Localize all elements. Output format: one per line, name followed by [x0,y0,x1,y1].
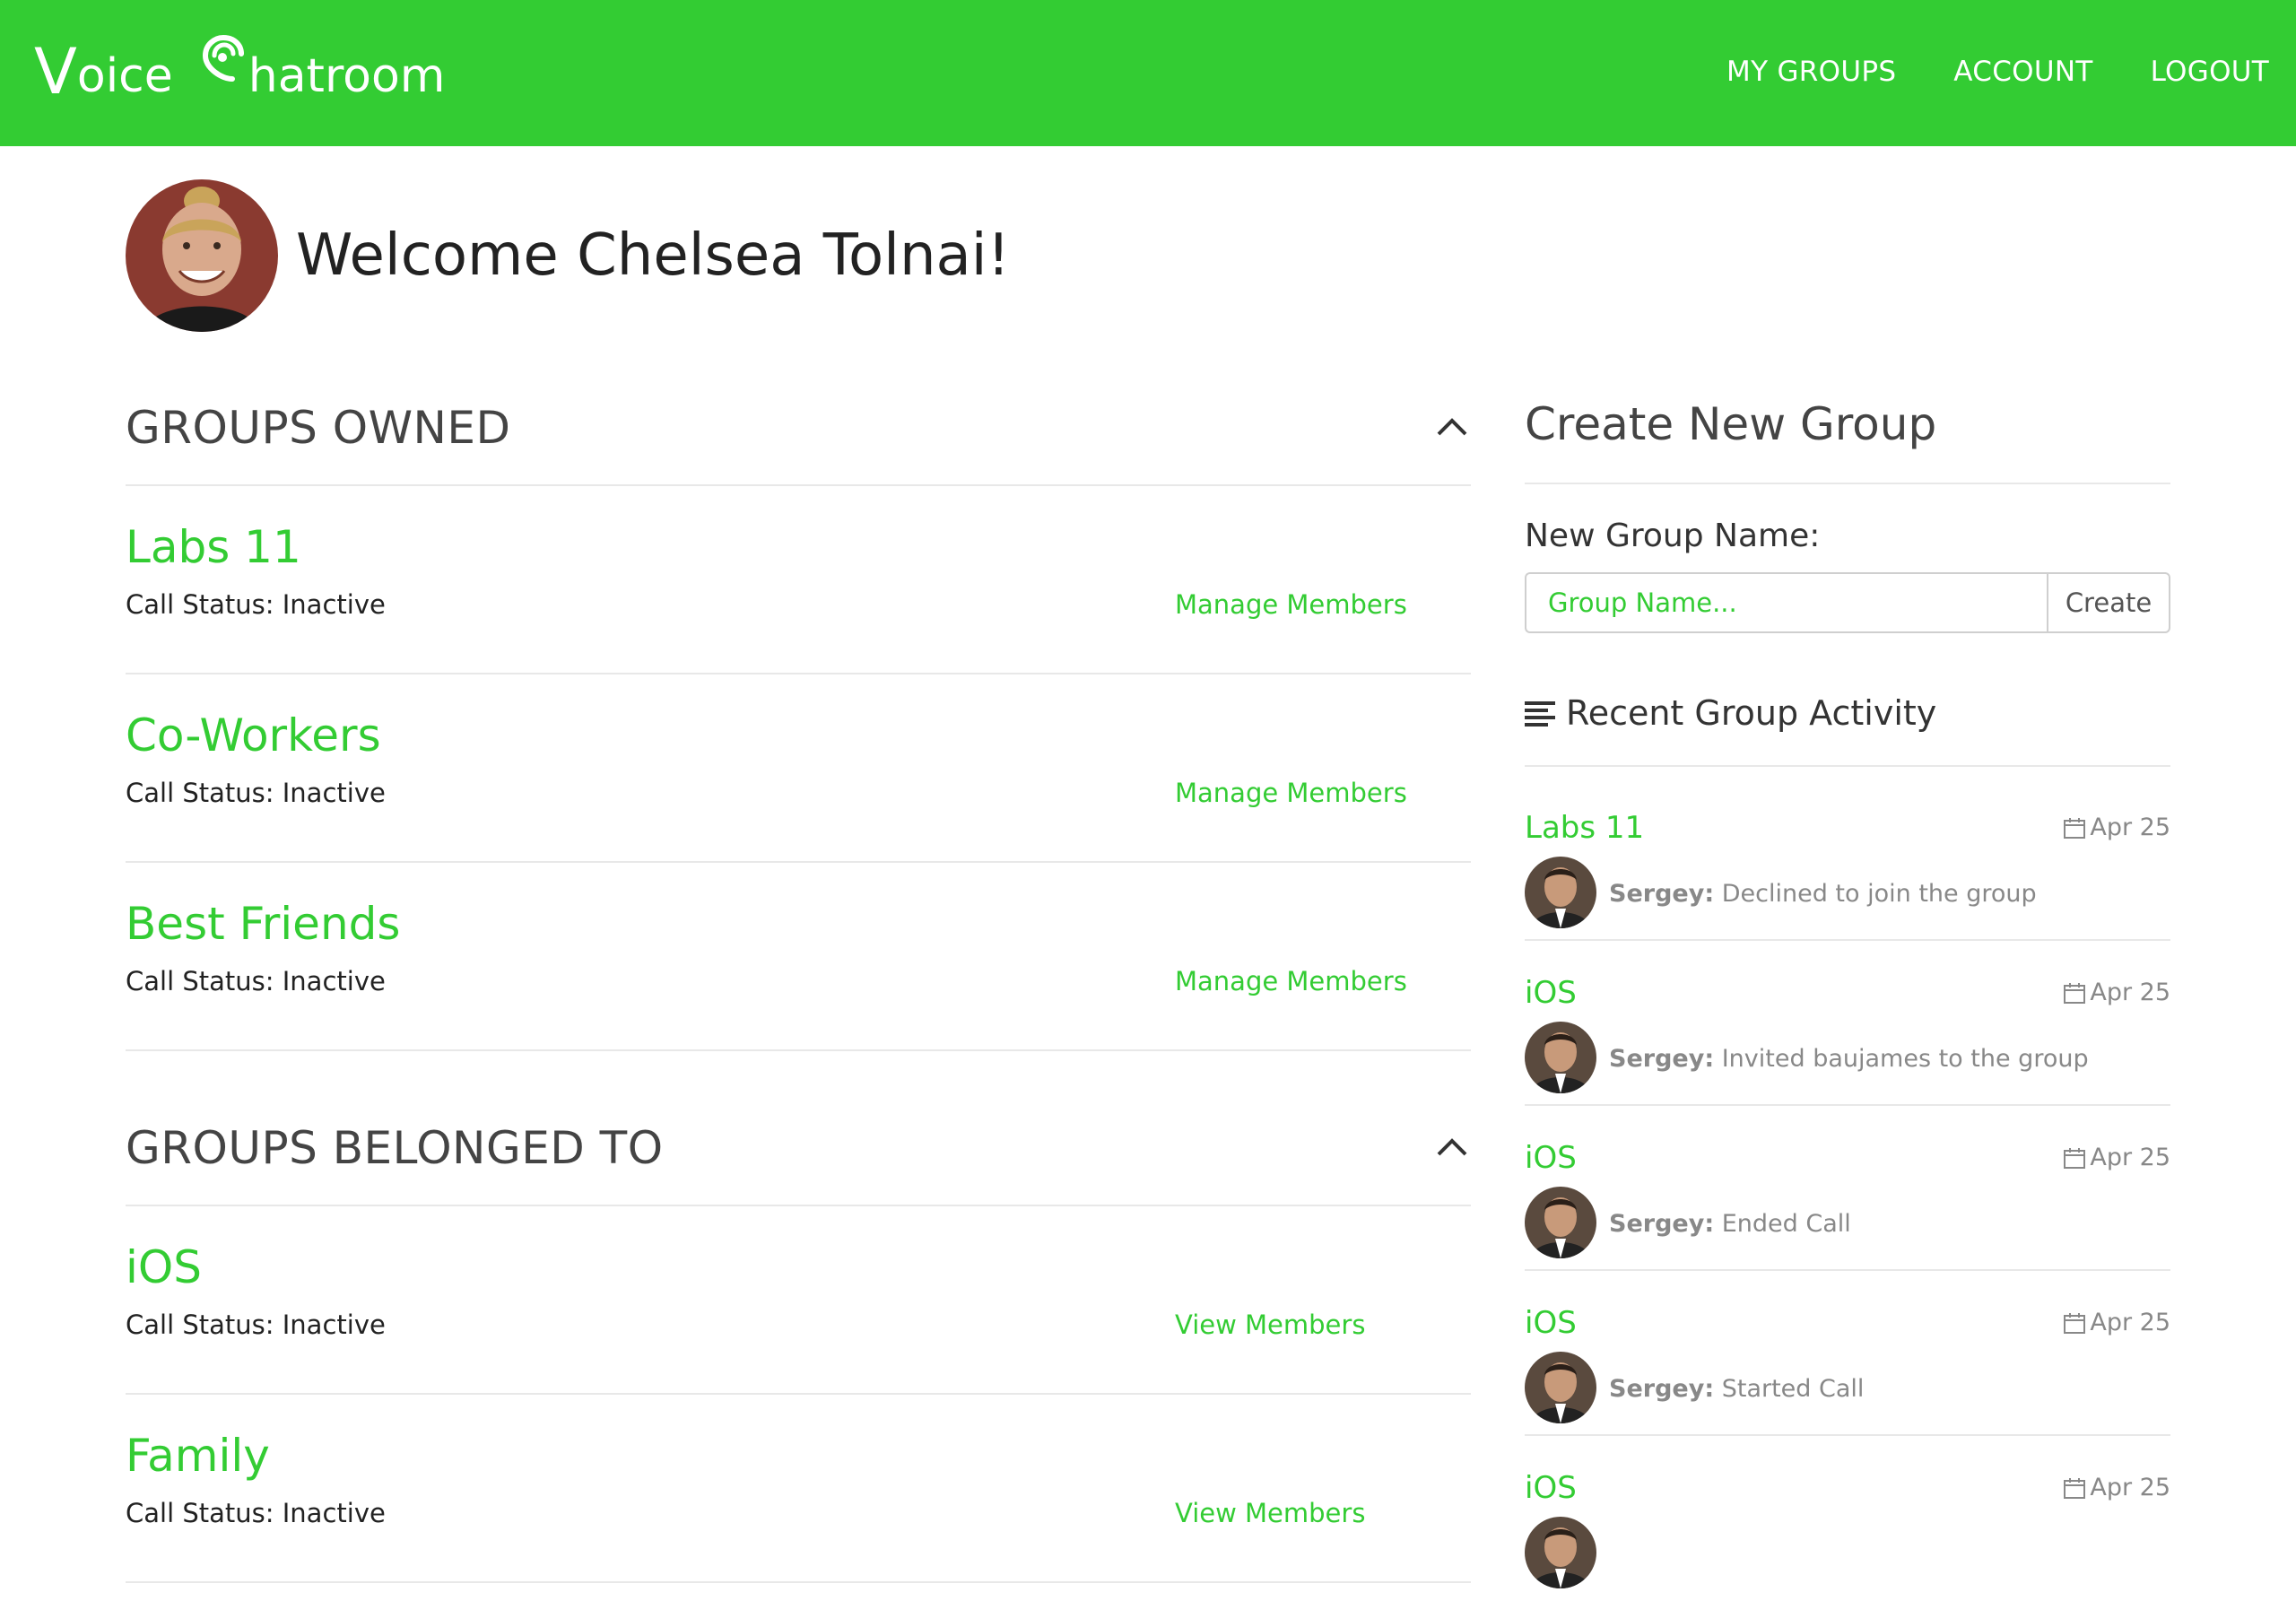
view-members-link[interactable]: View Members [1175,1495,1365,1531]
activity-message: Declined to join the group [1721,880,2037,908]
calendar-icon [2064,1148,2086,1169]
activity-avatar [1525,1187,1596,1258]
activity-avatar [1525,1352,1596,1423]
nav-links: MY GROUPS ACCOUNT LOGOUT [1726,56,2269,88]
list-icon [1525,701,1555,727]
brand-word-hatroom: hatroom [248,49,446,103]
activity-date: Apr 25 [2063,1142,2170,1174]
activity-user: Sergey: [1609,1375,1715,1403]
activity-date: Apr 25 [2063,812,2170,844]
group-card: Best Friends Call Status: Inactive Manag… [126,863,1471,1051]
activity-text: Sergey: Declined to join the group [1609,878,2037,910]
calendar-icon [2064,818,2086,839]
top-navbar: V oice hatroom MY GROUPS ACCOUNT LOGOUT [0,0,2296,146]
group-card: Labs 11 Call Status: Inactive Manage Mem… [126,486,1471,674]
activity-user: Sergey: [1609,880,1715,908]
user-avatar [126,179,278,332]
activity-date: Apr 25 [2063,1307,2170,1339]
activity-header: Recent Group Activity [1525,682,2170,767]
activity-avatar [1525,1517,1596,1588]
ear-icon [202,34,244,82]
brand-logo[interactable]: V oice hatroom [34,34,446,109]
nav-account[interactable]: ACCOUNT [1953,56,2092,88]
chevron-up-icon[interactable] [1433,1129,1471,1167]
groups-owned-header: GROUPS OWNED [126,396,1471,486]
activity-date-text: Apr 25 [2090,1144,2170,1171]
group-name-link[interactable]: Co-Workers [126,709,381,762]
group-card: Co-Workers Call Status: Inactive Manage … [126,674,1471,863]
activity-user: Sergey: [1609,1210,1715,1238]
brand-letter-v: V [34,35,77,109]
activity-item: iOS Apr 25 Sergey: Started Call [1525,1271,2170,1436]
view-members-link[interactable]: View Members [1175,1307,1365,1343]
activity-text: Sergey: Invited baujames to the group [1609,1043,2089,1075]
group-name-input[interactable] [1525,572,2047,633]
activity-date-text: Apr 25 [2090,814,2170,841]
manage-members-link[interactable]: Manage Members [1175,775,1407,811]
call-status: Call Status: Inactive [126,1498,386,1528]
group-name-link[interactable]: Family [126,1429,270,1483]
activity-message: Invited baujames to the group [1721,1045,2089,1073]
activity-group-link[interactable]: iOS [1525,1138,1577,1178]
call-status: Call Status: Inactive [126,589,386,620]
manage-members-link[interactable]: Manage Members [1175,587,1407,622]
call-status: Call Status: Inactive [126,1310,386,1340]
activity-message: Ended Call [1721,1210,1851,1238]
activity-date: Apr 25 [2063,977,2170,1009]
call-status: Call Status: Inactive [126,778,386,808]
activity-text: Sergey: Ended Call [1609,1208,1851,1240]
groups-belonged-header: GROUPS BELONGED TO [126,1117,1471,1206]
manage-members-link[interactable]: Manage Members [1175,963,1407,999]
group-card: Family Call Status: Inactive View Member… [126,1395,1471,1583]
group-name-link[interactable]: iOS [126,1240,202,1294]
activity-group-link[interactable]: iOS [1525,1468,1577,1508]
activity-message: Started Call [1721,1375,1865,1403]
nav-logout[interactable]: LOGOUT [2151,56,2269,88]
groups-owned-title: GROUPS OWNED [126,402,511,454]
activity-date-text: Apr 25 [2090,979,2170,1006]
activity-date: Apr 25 [2063,1472,2170,1504]
activity-date-text: Apr 25 [2090,1309,2170,1336]
create-button[interactable]: Create [2047,572,2170,633]
activity-title: Recent Group Activity [1566,693,1937,733]
nav-my-groups[interactable]: MY GROUPS [1726,56,1896,88]
activity-item: iOS Apr 25 [1525,1436,2170,1601]
call-status: Call Status: Inactive [126,966,386,996]
activity-text: Sergey: Started Call [1609,1373,1864,1405]
activity-date-text: Apr 25 [2090,1474,2170,1501]
create-group-form: Create [1525,572,2170,633]
activity-group-link[interactable]: iOS [1525,1303,1577,1343]
groups-belonged-title: GROUPS BELONGED TO [126,1122,664,1174]
activity-group-link[interactable]: Labs 11 [1525,808,1644,848]
welcome-title: Welcome Chelsea Tolnai! [296,222,1011,289]
brand-word-oice: oice [76,49,173,103]
calendar-icon [2064,983,2086,1004]
calendar-icon [2064,1313,2086,1334]
group-name-link[interactable]: Best Friends [126,897,400,951]
calendar-icon [2064,1478,2086,1499]
group-name-link[interactable]: Labs 11 [126,520,301,574]
new-group-label: New Group Name: [1525,518,1821,554]
activity-user: Sergey: [1609,1045,1715,1073]
group-card: iOS Call Status: Inactive View Members [126,1206,1471,1395]
activity-avatar [1525,1022,1596,1093]
chevron-up-icon[interactable] [1433,409,1471,447]
activity-avatar [1525,857,1596,928]
create-group-title: Create New Group [1525,395,2170,484]
activity-item: Labs 11 Apr 25 Sergey: Declined to join … [1525,776,2170,941]
activity-group-link[interactable]: iOS [1525,973,1577,1013]
activity-item: iOS Apr 25 Sergey: Ended Call [1525,1106,2170,1271]
activity-item: iOS Apr 25 Sergey: Invited baujames to t… [1525,941,2170,1106]
